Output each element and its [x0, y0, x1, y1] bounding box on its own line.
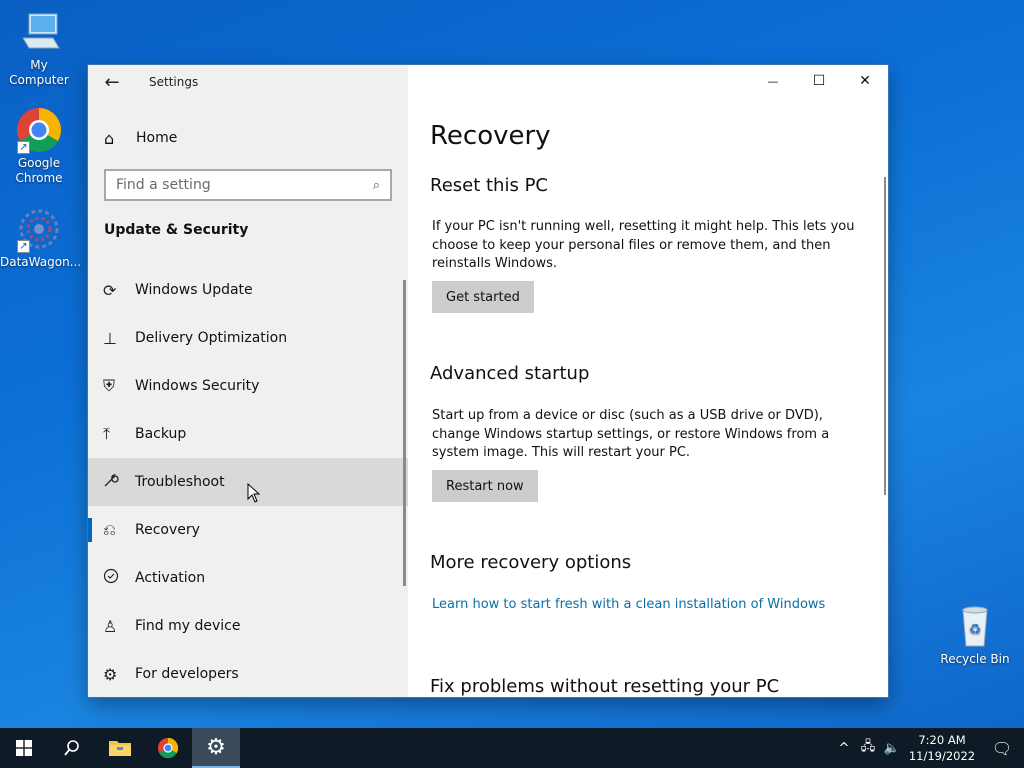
- sidebar-item-label: For developers: [135, 666, 239, 682]
- recycle-bin-icon: ♻: [951, 602, 999, 650]
- settings-window: ← Settings ⌂ Home ⌕ Update & Security ⟳ …: [88, 65, 888, 697]
- chrome-icon: ↗: [15, 106, 63, 154]
- more-options-heading: More recovery options: [430, 552, 632, 573]
- chrome-taskbar-button[interactable]: [144, 728, 192, 768]
- developer-icon: ⚙: [103, 664, 118, 684]
- sidebar-item-label: Troubleshoot: [135, 474, 225, 490]
- reset-description: If your PC isn't running well, resetting…: [432, 219, 855, 271]
- backup-arrow-icon: ⤒: [103, 424, 111, 443]
- sidebar-item-label: Windows Update: [135, 282, 253, 298]
- shortcut-arrow-icon: ↗: [17, 141, 30, 154]
- shortcut-arrow-icon: ↗: [17, 240, 30, 253]
- get-started-button[interactable]: Get started: [432, 281, 534, 313]
- sidebar-nav: ⟳ Windows Update ⊥ Delivery Optimization…: [88, 266, 408, 697]
- computer-icon: [15, 8, 63, 56]
- sidebar-item-label: Backup: [135, 426, 187, 442]
- advanced-startup-description: Start up from a device or disc (such as …: [432, 408, 830, 460]
- back-arrow-icon: ←: [104, 71, 120, 93]
- clean-install-link[interactable]: Learn how to start fresh with a clean in…: [432, 597, 825, 612]
- delivery-icon: ⊥: [103, 328, 117, 348]
- notification-center-button[interactable]: 🗨: [980, 728, 1024, 768]
- clock[interactable]: 7:20 AM 11/19/2022: [904, 732, 980, 764]
- shield-icon: ⛨: [103, 376, 116, 395]
- sidebar-scrollbar[interactable]: [403, 280, 406, 586]
- chrome-icon: [157, 737, 179, 759]
- app-title: Settings: [149, 75, 199, 89]
- sync-icon: ⟳: [103, 280, 117, 300]
- restart-now-button[interactable]: Restart now: [432, 470, 538, 502]
- sidebar-item-label: Home: [136, 130, 178, 146]
- desktop-icon-label: Recycle Bin: [940, 652, 1010, 666]
- sidebar-item-home[interactable]: ⌂ Home: [88, 121, 408, 155]
- sidebar-item-delivery-optimization[interactable]: ⊥ Delivery Optimization: [88, 314, 408, 362]
- mouse-cursor-icon: [247, 483, 261, 503]
- desktop-icon-label: My Computer: [9, 58, 69, 87]
- sidebar-item-label: Delivery Optimization: [135, 330, 288, 346]
- search-input[interactable]: [116, 177, 356, 193]
- wrench-icon: [103, 472, 135, 492]
- network-icon[interactable]: 🖧: [856, 737, 880, 759]
- recovery-icon: ⎌: [103, 520, 116, 539]
- home-icon: ⌂: [104, 128, 115, 148]
- recovery-content: — ☐ ✕ Recovery Reset this PC If your PC …: [408, 65, 888, 697]
- maximize-button[interactable]: ☐: [796, 65, 842, 97]
- sidebar-item-label: Windows Security: [135, 378, 260, 394]
- search-icon: [64, 740, 79, 756]
- sidebar-item-recovery[interactable]: ⎌ Recovery: [88, 506, 408, 554]
- fix-problems-heading: Fix problems without resetting your PC: [430, 676, 780, 697]
- taskbar: ⚙ ^ 🖧 🔈 7:20 AM 11/19/2022 🗨: [0, 728, 1024, 768]
- desktop-icon-label: Google Chrome: [15, 156, 63, 185]
- sidebar-item-backup[interactable]: ⤒ Backup: [88, 410, 408, 458]
- system-tray: ^ 🖧 🔈 7:20 AM 11/19/2022 🗨: [832, 728, 1024, 768]
- page-title: Recovery: [430, 121, 551, 151]
- settings-sidebar: ← Settings ⌂ Home ⌕ Update & Security ⟳ …: [88, 65, 408, 697]
- desktop-icon-datawagon[interactable]: ↗ DataWagon...: [0, 205, 82, 270]
- settings-taskbar-button[interactable]: ⚙: [192, 728, 240, 768]
- clock-time: 7:20 AM: [918, 733, 966, 747]
- sidebar-item-find-my-device[interactable]: ♙ Find my device: [88, 602, 408, 650]
- window-controls: — ☐ ✕: [750, 65, 888, 97]
- close-icon: ✕: [859, 73, 871, 89]
- minimize-button[interactable]: —: [750, 65, 796, 97]
- gear-icon: ⚙: [206, 734, 226, 760]
- desktop-icon-google-chrome[interactable]: ↗ Google Chrome: [0, 106, 78, 186]
- datawagon-icon: ↗: [15, 205, 63, 253]
- svg-text:♻: ♻: [969, 622, 982, 638]
- sidebar-item-label: Activation: [135, 570, 206, 586]
- search-button[interactable]: [48, 728, 96, 768]
- content-scrollbar[interactable]: [884, 177, 886, 495]
- desktop-icon-my-computer[interactable]: My Computer: [0, 8, 78, 88]
- volume-muted-icon[interactable]: 🔈: [880, 741, 904, 756]
- reset-heading: Reset this PC: [430, 175, 548, 196]
- desktop-icon-label: DataWagon...: [0, 255, 82, 269]
- section-title: Update & Security: [104, 222, 249, 238]
- sidebar-item-label: Recovery: [135, 522, 200, 538]
- file-explorer-button[interactable]: [96, 728, 144, 768]
- search-box: ⌕: [104, 169, 392, 201]
- maximize-icon: ☐: [812, 73, 826, 89]
- sidebar-item-windows-security[interactable]: ⛨ Windows Security: [88, 362, 408, 410]
- sidebar-item-activation[interactable]: Activation: [88, 554, 408, 602]
- check-circle-icon: [103, 568, 135, 588]
- notification-icon: 🗨: [991, 738, 1013, 758]
- sidebar-item-windows-update[interactable]: ⟳ Windows Update: [88, 266, 408, 314]
- windows-logo-icon: [16, 740, 32, 756]
- folder-icon: [109, 741, 131, 756]
- minimize-icon: —: [767, 74, 779, 88]
- sidebar-item-label: Find my device: [135, 618, 241, 634]
- tray-overflow-chevron-icon[interactable]: ^: [832, 741, 856, 756]
- title-bar: ← Settings: [88, 65, 408, 99]
- close-button[interactable]: ✕: [842, 65, 888, 97]
- back-button[interactable]: ←: [88, 65, 136, 99]
- advanced-startup-heading: Advanced startup: [430, 363, 590, 384]
- sidebar-item-for-developers[interactable]: ⚙ For developers: [88, 650, 408, 697]
- start-button[interactable]: [0, 728, 48, 768]
- person-pin-icon: ♙: [103, 616, 118, 636]
- desktop-icon-recycle-bin[interactable]: ♻ Recycle Bin: [936, 602, 1014, 667]
- search-icon[interactable]: ⌕: [373, 178, 380, 193]
- clock-date: 11/19/2022: [908, 749, 976, 763]
